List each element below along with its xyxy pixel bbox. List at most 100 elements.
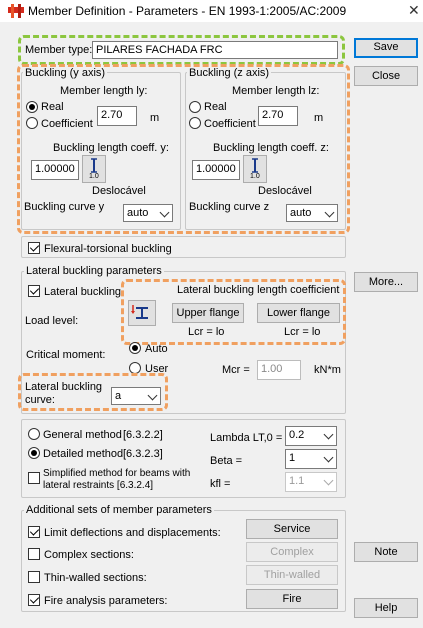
chevron-down-icon — [324, 207, 335, 218]
buckling-curve-z-select[interactable]: auto — [286, 204, 338, 222]
chevron-down-icon — [159, 207, 170, 218]
lcr-lower-label: Lcr = lo — [284, 326, 321, 338]
buckling-y-coefficient-label: Coefficient — [41, 118, 93, 130]
kfl-select[interactable]: 1.1 — [285, 472, 337, 492]
mcr-unit: kN*m — [314, 364, 341, 376]
lateral-buckling-group-label: Lateral buckling parameters — [24, 265, 164, 277]
buckling-length-y-icon-button[interactable]: 1.0 — [82, 155, 106, 183]
lower-flange-button[interactable]: Lower flange — [257, 303, 340, 323]
simplified-method-label-1: Simplified method for beams with — [43, 468, 191, 479]
chevron-down-icon — [323, 452, 334, 463]
general-method-ref: [6.3.2.2] — [123, 429, 163, 441]
complex-button[interactable]: Complex — [246, 542, 338, 562]
beta-value: 1 — [289, 452, 296, 464]
fire-analysis-label: Fire analysis parameters: — [44, 595, 168, 607]
buckling-z-icon-text: 1.0 — [250, 173, 260, 180]
general-method-radio[interactable] — [28, 428, 40, 440]
critical-moment-auto-radio[interactable] — [129, 342, 141, 354]
limit-deflections-label: Limit deflections and displacements: — [44, 527, 221, 539]
lateral-coeff-title: Lateral buckling length coefficient — [177, 284, 340, 296]
lateral-curve-label-2: curve: — [25, 394, 55, 406]
critical-moment-label: Critical moment: — [26, 349, 106, 361]
thin-walled-checkbox[interactable] — [28, 571, 40, 583]
flexural-torsional-checkbox[interactable] — [28, 242, 40, 254]
buckling-curve-y-label: Buckling curve y — [24, 201, 105, 213]
buckling-coeff-y-label: Buckling length coeff. y: — [53, 142, 169, 154]
chevron-down-icon — [147, 390, 158, 401]
thin-walled-button[interactable]: Thin-walled — [246, 565, 338, 585]
buckling-y-mode-label: Deslocável — [92, 185, 146, 197]
member-length-z-unit: m — [314, 112, 324, 124]
simplified-method-checkbox[interactable] — [28, 472, 40, 484]
beta-select[interactable]: 1 — [285, 449, 337, 469]
fire-analysis-checkbox[interactable] — [28, 594, 40, 606]
detailed-method-radio[interactable] — [28, 447, 40, 459]
lambda-value: 0.2 — [289, 429, 305, 441]
buckling-y-real-label: Real — [41, 101, 64, 113]
service-button[interactable]: Service — [246, 519, 338, 539]
close-button[interactable]: Close — [354, 66, 418, 86]
lateral-buckling-checkbox[interactable] — [28, 285, 40, 297]
general-method-label: General method — [43, 429, 122, 441]
critical-moment-auto-label: Auto — [145, 343, 168, 355]
member-length-y-input[interactable]: 2.70 — [97, 106, 137, 126]
window-title: Member Definition - Parameters - EN 1993… — [28, 4, 347, 18]
note-button[interactable]: Note — [354, 542, 418, 562]
fire-button[interactable]: Fire — [246, 589, 338, 609]
beam-load-icon — [131, 305, 148, 319]
buckling-coeff-z-label: Buckling length coeff. z: — [213, 142, 329, 154]
lateral-curve-value: a — [115, 390, 122, 402]
member-length-y-unit: m — [150, 112, 160, 124]
lateral-curve-select[interactable]: a — [111, 387, 161, 405]
lcr-upper-label: Lcr = lo — [188, 326, 225, 338]
complex-sections-label: Complex sections: — [44, 549, 134, 561]
buckling-curve-y-select[interactable]: auto — [123, 204, 173, 222]
lateral-curve-label-1: Lateral buckling — [25, 381, 103, 393]
mcr-input[interactable]: 1.00 — [257, 360, 301, 380]
critical-moment-user-radio[interactable] — [129, 362, 141, 374]
buckling-y-coefficient-radio[interactable] — [26, 117, 38, 129]
limit-deflections-checkbox[interactable] — [28, 526, 40, 538]
close-window-icon[interactable]: ✕ — [408, 2, 420, 19]
member-type-label: Member type: — [25, 44, 93, 56]
buckling-coeff-z-input[interactable]: 1.00000 — [192, 160, 240, 180]
beta-label: Beta = — [210, 455, 243, 467]
buckling-y-group-label: Buckling (y axis) — [23, 67, 108, 79]
simplified-method-label-2: lateral restraints [6.3.2.4] — [43, 480, 154, 491]
load-level-icon-button[interactable] — [128, 300, 156, 326]
detailed-method-label: Detailed method — [43, 448, 124, 460]
complex-sections-checkbox[interactable] — [28, 548, 40, 560]
buckling-z-real-label: Real — [204, 101, 227, 113]
buckling-y-icon-text: 1.0 — [89, 173, 99, 180]
member-length-z-input[interactable]: 2.70 — [258, 106, 298, 126]
kfl-label: kfl = — [210, 478, 231, 490]
member-type-input[interactable]: PILARES FACHADA FRC — [92, 41, 338, 59]
save-button[interactable]: Save — [354, 38, 418, 58]
buckling-y-real-radio[interactable] — [26, 101, 38, 113]
additional-sets-group-label: Additional sets of member parameters — [24, 504, 214, 516]
critical-moment-user-label: User — [145, 363, 169, 375]
buckling-curve-z-value: auto — [290, 207, 312, 219]
help-button[interactable]: Help — [354, 598, 418, 618]
buckling-z-real-radio[interactable] — [189, 101, 201, 113]
more-button[interactable]: More... — [354, 272, 418, 292]
app-logo-icon — [8, 4, 24, 18]
buckling-curve-y-value: auto — [127, 207, 149, 219]
buckling-z-coefficient-label: Coefficient — [204, 118, 256, 130]
lambda-select[interactable]: 0.2 — [285, 426, 337, 446]
chevron-down-icon — [323, 475, 334, 486]
lambda-label: Lambda LT,0 = — [210, 432, 283, 444]
buckling-length-z-icon-button[interactable]: 1.0 — [243, 155, 267, 183]
buckling-curve-z-label: Buckling curve z — [189, 201, 270, 213]
buckling-z-mode-label: Deslocável — [258, 185, 312, 197]
kfl-value: 1.1 — [289, 475, 305, 487]
title-bar: Member Definition - Parameters - EN 1993… — [0, 0, 423, 22]
load-level-label: Load level: — [25, 315, 79, 327]
member-length-y-label: Member length ly: — [60, 85, 148, 97]
upper-flange-button[interactable]: Upper flange — [172, 303, 244, 323]
buckling-z-group-label: Buckling (z axis) — [187, 67, 272, 79]
buckling-z-coefficient-radio[interactable] — [189, 117, 201, 129]
buckling-coeff-y-input[interactable]: 1.00000 — [31, 160, 79, 180]
chevron-down-icon — [323, 429, 334, 440]
member-length-z-label: Member length lz: — [232, 85, 320, 97]
